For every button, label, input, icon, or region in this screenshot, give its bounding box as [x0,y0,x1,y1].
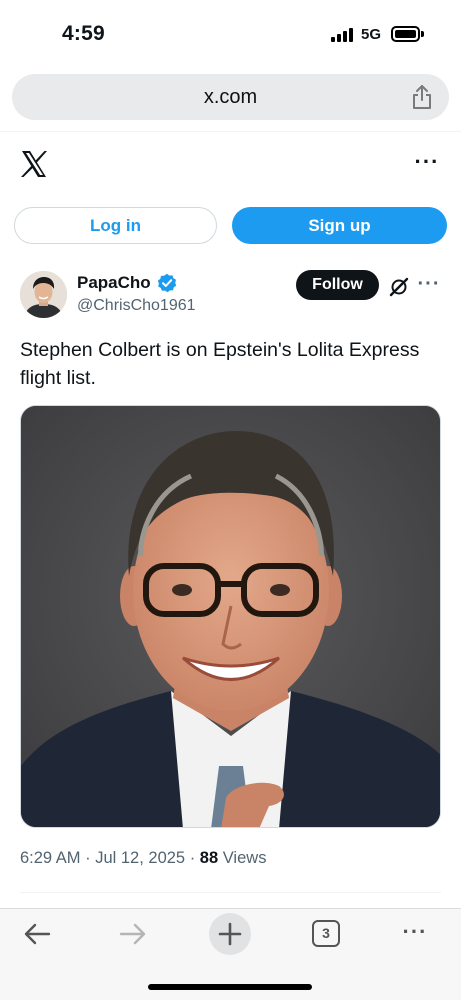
address-bar[interactable]: x.com [12,74,449,120]
follow-button[interactable]: Follow [296,270,379,300]
post-timestamp[interactable]: 6:29 AM · Jul 12, 2025 · [20,849,200,867]
login-button[interactable]: Log in [14,207,217,244]
grok-icon[interactable] [388,276,410,298]
forward-arrow-icon[interactable] [118,919,148,949]
network-label: 5G [361,26,382,43]
share-icon[interactable] [411,84,433,110]
post-meta: 6:29 AM · Jul 12, 2025 · 88 Views [20,849,266,868]
divider [20,892,441,893]
tabs-button[interactable]: 3 [312,920,340,947]
battery-cap [421,31,424,37]
post-photo [21,406,440,827]
post-more-icon[interactable]: ··· [417,274,441,294]
signup-button[interactable]: Sign up [232,207,447,244]
status-time: 4:59 [62,22,105,45]
url-text[interactable]: x.com [12,86,449,109]
x-logo-icon[interactable] [20,150,48,178]
battery-icon [391,26,420,42]
display-name[interactable]: PapaCho [77,273,151,293]
post-image[interactable] [20,405,441,828]
avatar[interactable] [20,271,67,318]
user-handle[interactable]: @ChrisCho1961 [77,297,196,315]
views-count: 88 [199,849,219,867]
home-indicator[interactable] [148,984,312,990]
plus-icon [218,922,242,946]
verified-badge-icon [157,273,177,293]
divider [0,131,461,132]
new-tab-button[interactable] [209,913,251,955]
status-bar: 4:59 5G [0,0,461,60]
browser-more-icon[interactable]: ··· [398,921,432,943]
avatar-image [20,271,67,318]
back-arrow-icon[interactable] [22,919,52,949]
header-more-icon[interactable]: ··· [414,151,440,173]
post-text: Stephen Colbert is on Epstein's Lolita E… [20,339,420,389]
views-label: Views [218,849,267,867]
signal-icon [331,27,355,42]
